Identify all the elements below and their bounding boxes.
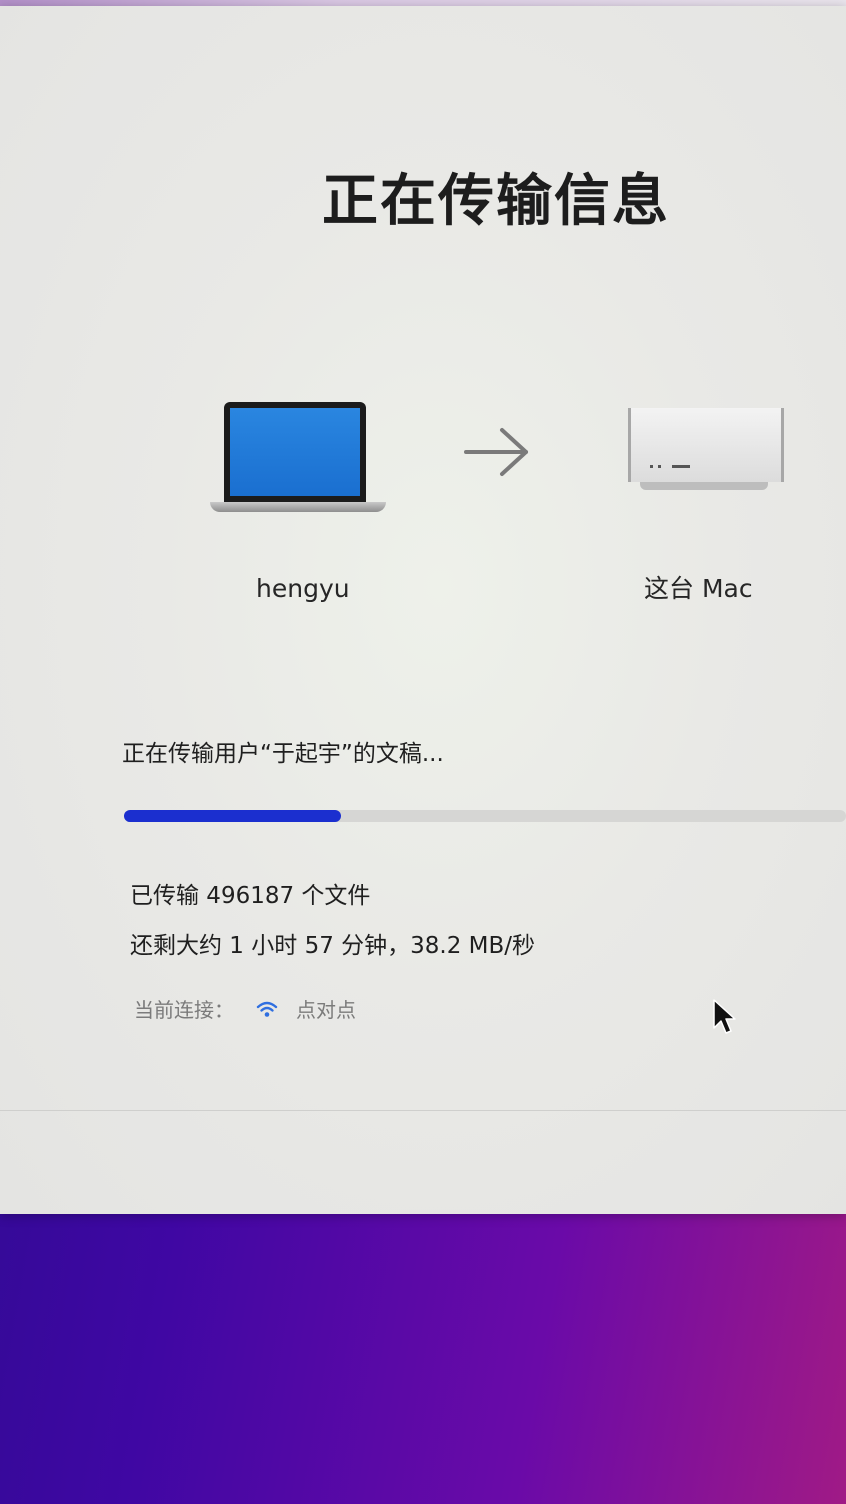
migration-assistant-window: 正在传输信息 hengyu 这台 Mac 正在传输用户“于起宇”的文稿... 已… xyxy=(0,6,846,1214)
files-transferred-count: 已传输 496187 个文件 xyxy=(130,883,371,909)
arrow-right-icon xyxy=(464,428,528,476)
wifi-icon xyxy=(256,1001,278,1017)
connection-type: 点对点 xyxy=(296,998,356,1022)
transfer-status-text: 正在传输用户“于起宇”的文稿... xyxy=(122,741,444,767)
laptop-icon xyxy=(210,402,386,518)
progress-bar-fill xyxy=(124,810,341,822)
progress-bar xyxy=(124,810,846,822)
mac-studio-icon xyxy=(622,408,784,492)
time-remaining-text: 还剩大约 1 小时 57 分钟，38.2 MB/秒 xyxy=(130,933,536,959)
mouse-pointer-icon xyxy=(713,999,736,1034)
connection-label: 当前连接： xyxy=(134,998,234,1022)
source-device-name: hengyu xyxy=(256,574,350,603)
page-title: 正在传输信息 xyxy=(322,169,670,234)
target-device-name: 这台 Mac xyxy=(644,574,753,603)
connection-status: 当前连接： 点对点 xyxy=(134,994,356,1023)
